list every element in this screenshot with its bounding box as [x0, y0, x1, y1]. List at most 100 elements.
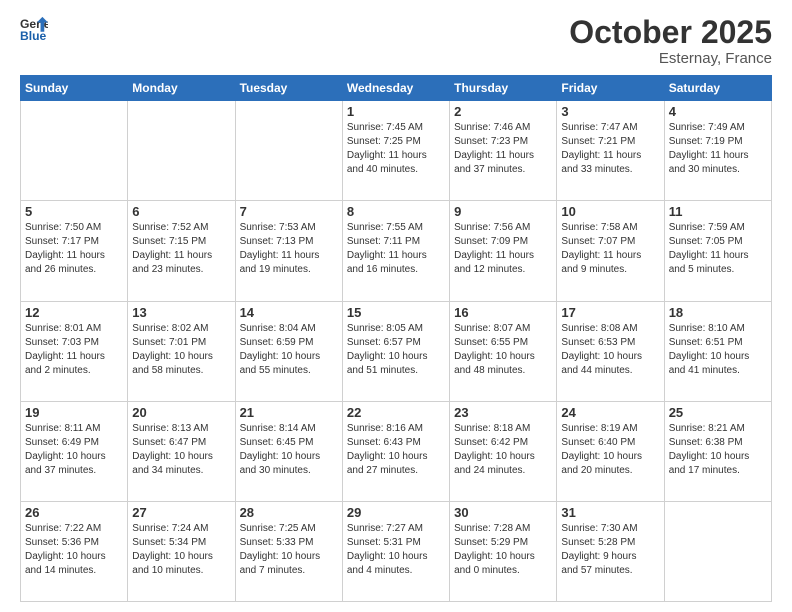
day-info: Sunrise: 7:49 AMSunset: 7:19 PMDaylight:… — [669, 121, 767, 177]
day-info: Sunrise: 8:14 AMSunset: 6:45 PMDaylight:… — [240, 422, 338, 478]
calendar-cell-3-6: 25 Sunrise: 8:21 AMSunset: 6:38 PMDayligh… — [664, 401, 771, 501]
month-title: October 2025 — [569, 15, 772, 50]
day-info: Sunrise: 7:55 AMSunset: 7:11 PMDaylight:… — [347, 221, 445, 277]
day-info: Sunrise: 8:18 AMSunset: 6:42 PMDaylight:… — [454, 422, 552, 478]
day-info: Sunrise: 7:53 AMSunset: 7:13 PMDaylight:… — [240, 221, 338, 277]
calendar-cell-4-3: 29Sunrise: 7:27 AMSunset: 5:31 PMDayligh… — [342, 501, 449, 601]
day-number: 28 — [240, 505, 338, 520]
day-info: Sunrise: 8:13 AMSunset: 6:47 PMDaylight:… — [132, 422, 230, 478]
calendar-cell-4-5: 31 Sunrise: 7:30 AMSunset: 5:28 PMDayligh… — [557, 501, 664, 601]
day-number: 10 — [561, 204, 659, 219]
header: General Blue October 2025 Esternay, Fran… — [20, 15, 772, 67]
calendar-cell-3-3: 22 Sunrise: 8:16 AMSunset: 6:43 PMDayligh… — [342, 401, 449, 501]
calendar-cell-3-4: 23 Sunrise: 8:18 AMSunset: 6:42 PMDayligh… — [450, 401, 557, 501]
week-row-4: 19 Sunrise: 8:11 AMSunset: 6:49 PMDayligh… — [21, 401, 772, 501]
calendar-cell-2-3: 15Sunrise: 8:05 AMSunset: 6:57 PMDayligh… — [342, 301, 449, 401]
calendar-cell-4-0: 26 Sunrise: 7:22 AMSunset: 5:36 PMDayligh… — [21, 501, 128, 601]
day-number: 22 — [347, 405, 445, 420]
logo-icon: General Blue — [20, 15, 48, 43]
day-info: Sunrise: 7:24 AMSunset: 5:34 PMDaylight:… — [132, 522, 230, 578]
day-number: 27 — [132, 505, 230, 520]
calendar-cell-0-0 — [21, 101, 128, 201]
day-info: Sunrise: 8:21 AMSunset: 6:38 PMDaylight:… — [669, 422, 767, 478]
day-info: Sunrise: 7:47 AMSunset: 7:21 PMDaylight:… — [561, 121, 659, 177]
day-number: 3 — [561, 104, 659, 119]
week-row-3: 12 Sunrise: 8:01 AMSunset: 7:03 PMDayligh… — [21, 301, 772, 401]
day-info: Sunrise: 7:45 AMSunset: 7:25 PMDaylight:… — [347, 121, 445, 177]
day-number: 19 — [25, 405, 123, 420]
day-number: 16 — [454, 305, 552, 320]
header-wednesday: Wednesday — [342, 76, 449, 101]
day-number: 11 — [669, 204, 767, 219]
calendar-cell-0-5: 3 Sunrise: 7:47 AMSunset: 7:21 PMDaylight… — [557, 101, 664, 201]
day-number: 2 — [454, 104, 552, 119]
calendar-cell-1-2: 7Sunrise: 7:53 AMSunset: 7:13 PMDaylight… — [235, 201, 342, 301]
day-info: Sunrise: 7:22 AMSunset: 5:36 PMDaylight:… — [25, 522, 123, 578]
day-info: Sunrise: 8:05 AMSunset: 6:57 PMDaylight:… — [347, 322, 445, 378]
day-info: Sunrise: 8:10 AMSunset: 6:51 PMDaylight:… — [669, 322, 767, 378]
day-number: 14 — [240, 305, 338, 320]
day-info: Sunrise: 8:07 AMSunset: 6:55 PMDaylight:… — [454, 322, 552, 378]
calendar-table: Sunday Monday Tuesday Wednesday Thursday… — [20, 75, 772, 602]
day-info: Sunrise: 7:46 AMSunset: 7:23 PMDaylight:… — [454, 121, 552, 177]
day-info: Sunrise: 8:19 AMSunset: 6:40 PMDaylight:… — [561, 422, 659, 478]
day-number: 6 — [132, 204, 230, 219]
day-number: 20 — [132, 405, 230, 420]
calendar-cell-1-5: 10 Sunrise: 7:58 AMSunset: 7:07 PMDayligh… — [557, 201, 664, 301]
calendar-cell-1-1: 6 Sunrise: 7:52 AMSunset: 7:15 PMDaylight… — [128, 201, 235, 301]
day-info: Sunrise: 7:27 AMSunset: 5:31 PMDaylight:… — [347, 522, 445, 578]
day-number: 17 — [561, 305, 659, 320]
day-number: 12 — [25, 305, 123, 320]
calendar-cell-0-2 — [235, 101, 342, 201]
day-number: 4 — [669, 104, 767, 119]
calendar-cell-2-2: 14 Sunrise: 8:04 AMSunset: 6:59 PMDayligh… — [235, 301, 342, 401]
day-number: 24 — [561, 405, 659, 420]
day-info: Sunrise: 7:25 AMSunset: 5:33 PMDaylight:… — [240, 522, 338, 578]
calendar-cell-2-0: 12 Sunrise: 8:01 AMSunset: 7:03 PMDayligh… — [21, 301, 128, 401]
calendar-cell-1-3: 8 Sunrise: 7:55 AMSunset: 7:11 PMDaylight… — [342, 201, 449, 301]
day-number: 25 — [669, 405, 767, 420]
day-info: Sunrise: 7:52 AMSunset: 7:15 PMDaylight:… — [132, 221, 230, 277]
calendar-header-row: Sunday Monday Tuesday Wednesday Thursday… — [21, 76, 772, 101]
calendar-cell-2-5: 17 Sunrise: 8:08 AMSunset: 6:53 PMDayligh… — [557, 301, 664, 401]
day-info: Sunrise: 8:02 AMSunset: 7:01 PMDaylight:… — [132, 322, 230, 378]
day-info: Sunrise: 8:11 AMSunset: 6:49 PMDaylight:… — [25, 422, 123, 478]
day-info: Sunrise: 8:16 AMSunset: 6:43 PMDaylight:… — [347, 422, 445, 478]
calendar-cell-0-1 — [128, 101, 235, 201]
day-number: 21 — [240, 405, 338, 420]
calendar-cell-4-4: 30Sunrise: 7:28 AMSunset: 5:29 PMDayligh… — [450, 501, 557, 601]
day-number: 1 — [347, 104, 445, 119]
week-row-1: 1 Sunrise: 7:45 AMSunset: 7:25 PMDaylight… — [21, 101, 772, 201]
day-info: Sunrise: 7:56 AMSunset: 7:09 PMDaylight:… — [454, 221, 552, 277]
header-tuesday: Tuesday — [235, 76, 342, 101]
day-info: Sunrise: 7:58 AMSunset: 7:07 PMDaylight:… — [561, 221, 659, 277]
day-info: Sunrise: 8:08 AMSunset: 6:53 PMDaylight:… — [561, 322, 659, 378]
calendar-cell-4-2: 28 Sunrise: 7:25 AMSunset: 5:33 PMDayligh… — [235, 501, 342, 601]
logo: General Blue — [20, 15, 48, 43]
day-info: Sunrise: 8:01 AMSunset: 7:03 PMDaylight:… — [25, 322, 123, 378]
calendar-cell-0-4: 2 Sunrise: 7:46 AMSunset: 7:23 PMDaylight… — [450, 101, 557, 201]
day-info: Sunrise: 7:59 AMSunset: 7:05 PMDaylight:… — [669, 221, 767, 277]
calendar-cell-3-0: 19 Sunrise: 8:11 AMSunset: 6:49 PMDayligh… — [21, 401, 128, 501]
day-number: 23 — [454, 405, 552, 420]
calendar-cell-2-6: 18Sunrise: 8:10 AMSunset: 6:51 PMDayligh… — [664, 301, 771, 401]
calendar-cell-1-4: 9 Sunrise: 7:56 AMSunset: 7:09 PMDaylight… — [450, 201, 557, 301]
day-number: 26 — [25, 505, 123, 520]
day-number: 9 — [454, 204, 552, 219]
calendar-cell-1-6: 11 Sunrise: 7:59 AMSunset: 7:05 PMDayligh… — [664, 201, 771, 301]
calendar-cell-0-3: 1 Sunrise: 7:45 AMSunset: 7:25 PMDaylight… — [342, 101, 449, 201]
calendar-cell-1-0: 5Sunrise: 7:50 AMSunset: 7:17 PMDaylight… — [21, 201, 128, 301]
calendar-cell-4-6 — [664, 501, 771, 601]
day-number: 31 — [561, 505, 659, 520]
header-saturday: Saturday — [664, 76, 771, 101]
day-info: Sunrise: 7:30 AMSunset: 5:28 PMDaylight:… — [561, 522, 659, 578]
day-info: Sunrise: 8:04 AMSunset: 6:59 PMDaylight:… — [240, 322, 338, 378]
day-info: Sunrise: 7:28 AMSunset: 5:29 PMDaylight:… — [454, 522, 552, 578]
calendar-cell-0-6: 4 Sunrise: 7:49 AMSunset: 7:19 PMDaylight… — [664, 101, 771, 201]
page: General Blue October 2025 Esternay, Fran… — [0, 0, 792, 612]
header-monday: Monday — [128, 76, 235, 101]
header-friday: Friday — [557, 76, 664, 101]
week-row-2: 5Sunrise: 7:50 AMSunset: 7:17 PMDaylight… — [21, 201, 772, 301]
day-number: 8 — [347, 204, 445, 219]
day-number: 13 — [132, 305, 230, 320]
